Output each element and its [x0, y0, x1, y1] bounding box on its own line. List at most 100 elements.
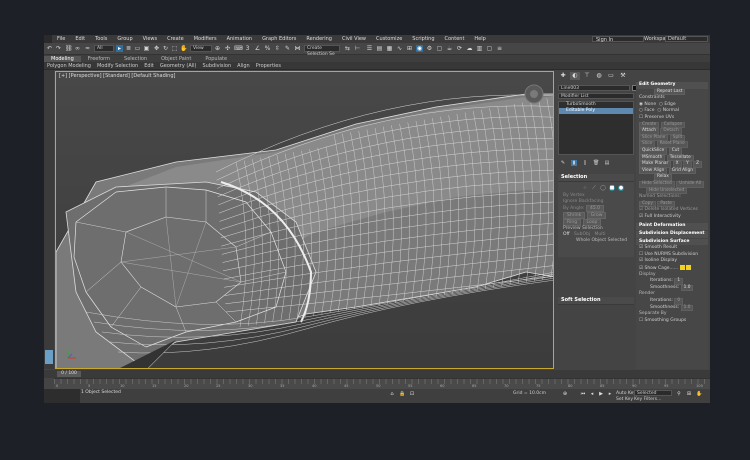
menu-civil-view[interactable]: Civil View: [337, 36, 371, 42]
menu-rendering[interactable]: Rendering: [301, 36, 337, 42]
cut-button[interactable]: Cut: [668, 147, 683, 155]
key-filters-button[interactable]: Key Filters...: [634, 397, 661, 402]
menu-help[interactable]: Help: [469, 36, 490, 42]
menu-file[interactable]: File: [52, 36, 70, 42]
unhide-all-button[interactable]: Unhide All: [676, 180, 705, 188]
remove-modifier-icon[interactable]: 🗑: [593, 160, 599, 166]
render-production-icon[interactable]: ☕: [446, 45, 453, 52]
delete-isolated-checkbox[interactable]: ☑ Delete Isolated Vertices: [636, 207, 708, 214]
ribbon-modify-selection[interactable]: Modify Selection: [94, 63, 141, 69]
zoom-all-icon[interactable]: ⊞: [686, 391, 692, 397]
constraint-none-radio[interactable]: None: [644, 102, 656, 107]
align-icon[interactable]: ⊢: [354, 45, 361, 52]
border-level-icon[interactable]: ◯: [600, 185, 606, 191]
toggle-scene-explorer-icon[interactable]: ☰: [366, 45, 373, 52]
grid-align-button[interactable]: Grid Align: [668, 167, 696, 175]
previous-frame-icon[interactable]: ◂: [589, 391, 595, 397]
ring-button[interactable]: Ring: [563, 219, 582, 226]
modify-tab-icon[interactable]: ◐: [570, 72, 580, 80]
angle-snap-icon[interactable]: ∠: [254, 45, 261, 52]
ribbon-polygon-modeling[interactable]: Polygon Modeling: [44, 63, 94, 69]
maxscript-listener[interactable]: [44, 389, 80, 403]
next-frame-icon[interactable]: ▸: [607, 391, 613, 397]
display-tab-icon[interactable]: ▭: [606, 72, 616, 80]
utilities-tab-icon[interactable]: ⚒: [618, 72, 628, 80]
pan-icon[interactable]: ✋: [696, 391, 702, 397]
zoom-icon[interactable]: ⚲: [676, 391, 682, 397]
menu-views[interactable]: Views: [138, 36, 162, 42]
isoline-display-checkbox[interactable]: ☑ Isoline Display: [636, 258, 708, 265]
ribbon-properties[interactable]: Properties: [253, 63, 284, 69]
time-slider-thumb[interactable]: 0 / 100: [57, 371, 81, 377]
go-to-start-icon[interactable]: ⏮: [580, 391, 586, 397]
cage-color-2-swatch[interactable]: [686, 265, 692, 271]
edit-geometry-header[interactable]: Edit Geometry: [636, 82, 708, 89]
toggle-layer-explorer-icon[interactable]: ▤: [376, 45, 383, 52]
motion-tab-icon[interactable]: ◍: [594, 72, 604, 80]
ribbon-geometry-all[interactable]: Geometry (All): [157, 63, 200, 69]
menu-modifiers[interactable]: Modifiers: [189, 36, 222, 42]
tab-modeling[interactable]: Modeling: [44, 55, 81, 62]
time-slider[interactable]: 0 / 100: [44, 370, 710, 378]
menu-edit[interactable]: Edit: [70, 36, 90, 42]
keyboard-shortcut-icon[interactable]: ⌨: [234, 45, 243, 52]
tab-freeform[interactable]: Freeform: [81, 56, 117, 62]
material-editor-icon[interactable]: ◉: [416, 45, 423, 52]
schematic-view-icon[interactable]: ⊞: [406, 45, 413, 52]
rendered-frame-window-icon[interactable]: ▢: [436, 45, 443, 52]
pin-stack-icon[interactable]: ✎: [560, 160, 566, 166]
attach-button[interactable]: Attach: [639, 128, 659, 135]
configure-sets-icon[interactable]: ▤: [604, 160, 610, 166]
mirror-icon[interactable]: ⋈: [294, 45, 301, 52]
preserve-uvs-checkbox[interactable]: ☐ Preserve UVs: [636, 115, 708, 122]
set-key-button[interactable]: Set Key: [616, 397, 633, 402]
modifier-list-dropdown[interactable]: Modifier List: [558, 93, 634, 99]
rect-selection-icon[interactable]: ▭: [134, 45, 141, 52]
curve-editor-icon[interactable]: ∿: [396, 45, 403, 52]
by-angle-checkbox[interactable]: By Angle:: [563, 206, 585, 211]
full-interactivity-checkbox[interactable]: ☑ Full Interactivity: [636, 214, 708, 221]
paint-deformation-header[interactable]: Paint Deformation: [636, 223, 708, 231]
unlink-icon[interactable]: ∞: [74, 45, 81, 52]
selection-filter-select[interactable]: All: [94, 45, 114, 52]
menu-graph-editors[interactable]: Graph Editors: [257, 36, 301, 42]
key-selection-select[interactable]: Selected: [634, 390, 672, 396]
toggle-ribbon-icon[interactable]: ▦: [386, 45, 393, 52]
menu-animation[interactable]: Animation: [222, 36, 258, 42]
detach-button[interactable]: Detach: [660, 128, 682, 135]
add-time-tag-icon[interactable]: ⊕: [562, 391, 568, 397]
loop-button[interactable]: Loop: [582, 219, 602, 226]
preview-off-radio[interactable]: Off: [563, 232, 570, 237]
make-planar-button[interactable]: Make Planar: [639, 161, 672, 168]
tab-selection[interactable]: Selection: [117, 56, 154, 62]
planar-z-button[interactable]: Z: [693, 161, 703, 168]
stack-item-editable-poly[interactable]: Editable Poly: [559, 108, 633, 114]
preview-multi-radio[interactable]: Multi: [594, 232, 605, 237]
project-folder-icon[interactable]: ▢: [486, 45, 493, 52]
quickslice-button[interactable]: QuickSlice: [639, 147, 668, 155]
subdivision-displacement-header[interactable]: Subdivision Displacement: [636, 231, 708, 238]
selection-rollout-header[interactable]: Selection: [558, 174, 634, 182]
cage-color-1-swatch[interactable]: [679, 265, 685, 271]
redo-icon[interactable]: ↷: [55, 45, 62, 52]
snap-3d-icon[interactable]: 3: [244, 45, 251, 52]
play-icon[interactable]: ▶: [598, 391, 604, 397]
shrink-button[interactable]: Shrink: [563, 212, 586, 219]
selection-lock-icon[interactable]: 🔒: [399, 391, 405, 397]
show-cage-label[interactable]: Show Cage......: [644, 266, 678, 271]
ribbon-align[interactable]: Align: [234, 63, 253, 69]
perspective-viewport[interactable]: [+] [Perspective] [Standard] [Default Sh…: [55, 71, 554, 369]
viewport-layout-icon[interactable]: [45, 350, 53, 364]
mirror-tool-icon[interactable]: ⇆: [344, 45, 351, 52]
element-level-icon[interactable]: ●: [618, 185, 624, 191]
rotate-icon[interactable]: ↻: [162, 45, 169, 52]
smooth-result-checkbox[interactable]: ☑ Smooth Result: [636, 245, 708, 252]
planar-y-button[interactable]: Y: [683, 161, 692, 168]
slice-button[interactable]: Slice: [639, 141, 656, 148]
select-object-icon[interactable]: ▸: [116, 45, 123, 52]
preview-subobj-radio[interactable]: SubObj: [574, 232, 590, 237]
render-setup-icon[interactable]: ⚙: [426, 45, 433, 52]
object-name-field[interactable]: Line003: [558, 85, 630, 91]
reset-plane-button[interactable]: Reset Plane: [656, 141, 688, 148]
constraint-face-radio[interactable]: Face: [644, 108, 654, 113]
